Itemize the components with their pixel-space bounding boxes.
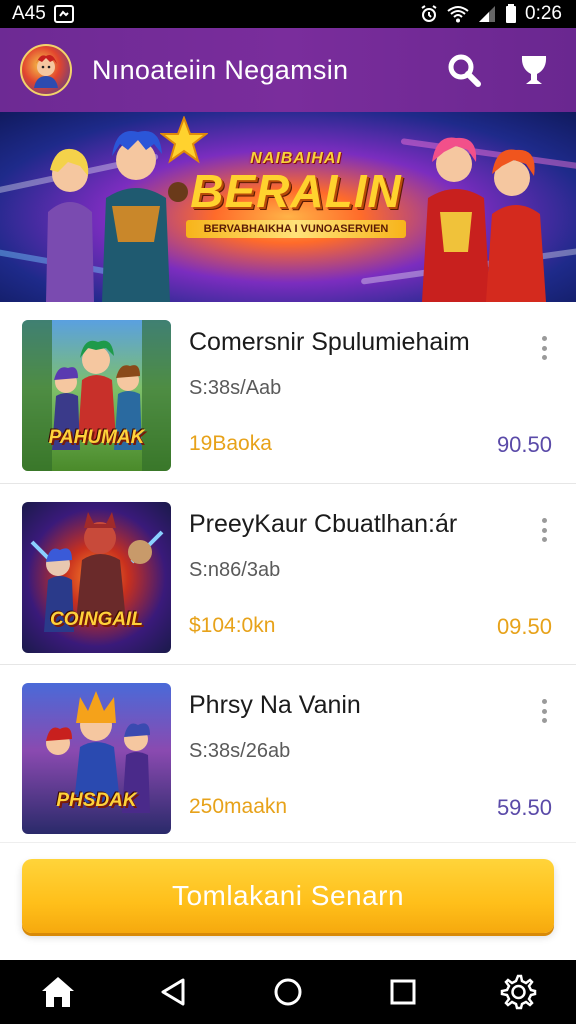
game-thumbnail[interactable]: PHSDAK [22, 683, 171, 834]
game-price: 250maakn [189, 795, 288, 818]
game-subtitle: S:38s/26ab [189, 740, 291, 762]
game-rating: 90.50 [496, 432, 552, 457]
nav-home-circle-button[interactable] [258, 962, 318, 1022]
game-thumbnail[interactable]: COINGAIL [22, 502, 171, 653]
game-rating: 59.50 [496, 795, 552, 820]
settings-icon [501, 974, 537, 1010]
thumbnail-label: COINGAIL [50, 609, 143, 630]
screenshot-icon [53, 5, 74, 23]
nav-settings-button[interactable] [488, 962, 548, 1022]
more-options-button[interactable] [534, 336, 554, 360]
nav-recents-button[interactable] [373, 962, 433, 1022]
banner-logo: NAIBAIHAI BERALIN BERVABHAIKHA I VUNOASE… [186, 150, 406, 238]
game-price: 19Baoka [189, 432, 272, 455]
signal-icon [477, 5, 497, 23]
recents-icon [390, 979, 416, 1005]
list-item[interactable]: PAHUMAK Comersnir Spulumiehaim S:38s/Aab… [0, 302, 576, 483]
trophy-button[interactable] [512, 48, 556, 92]
status-bar: A45 0:26 [0, 0, 576, 28]
status-right: 0:26 [419, 3, 562, 25]
status-left-text: A45 [12, 3, 46, 24]
navigation-bar [0, 960, 576, 1024]
primary-action-button[interactable]: Tomlakani Senarn [22, 859, 554, 933]
game-price: $104:0kn [189, 614, 276, 637]
home-circle-icon [274, 978, 302, 1006]
hero-characters-right [422, 137, 546, 302]
game-title: Phrsy Na Vanin [189, 691, 361, 719]
game-title: PreeyKaur Cbuatlhan:ár [189, 510, 458, 538]
hero-characters-left [46, 130, 188, 302]
list-item[interactable]: COINGAIL PreeyKaur Cbuatlhan:ár S:n86/3a… [0, 483, 576, 664]
game-rating: 09.50 [496, 614, 552, 639]
app-bar: Nınoateiin Negamsin [0, 28, 576, 112]
game-info: Comersnir Spulumiehaim S:38s/Aab 19Baoka… [189, 320, 554, 483]
avatar[interactable] [20, 44, 72, 96]
game-info: PreeyKaur Cbuatlhan:ár S:n86/3ab $104:0k… [189, 502, 554, 664]
search-button[interactable] [442, 48, 486, 92]
game-subtitle: S:38s/Aab [189, 377, 282, 399]
banner-title: BERALIN [190, 165, 402, 217]
promo-banner[interactable]: NAIBAIHAI BERALIN BERVABHAIKHA I VUNOASE… [0, 112, 576, 302]
status-time: 0:26 [525, 3, 562, 24]
battery-icon [505, 4, 517, 24]
game-title: Comersnir Spulumiehaim [189, 328, 470, 356]
thumbnail-label: PHSDAK [56, 790, 137, 811]
back-icon [161, 978, 185, 1006]
app-title: Nınoateiin Negamsin [92, 54, 349, 85]
banner-ribbon: BERVABHAIKHA I VUNOASERVIEN [186, 220, 406, 238]
more-options-button[interactable] [534, 699, 554, 723]
action-area: Tomlakani Senarn [0, 842, 576, 960]
thumbnail-label: PAHUMAK [48, 427, 145, 448]
alarm-icon [419, 4, 439, 24]
nav-back-button[interactable] [143, 962, 203, 1022]
search-icon [448, 54, 481, 87]
more-options-button[interactable] [534, 518, 554, 542]
home-icon [41, 977, 74, 1007]
status-left: A45 [12, 3, 74, 25]
list-item[interactable]: PHSDAK Phrsy Na Vanin S:38s/26ab 250maak… [0, 664, 576, 842]
game-list: PAHUMAK Comersnir Spulumiehaim S:38s/Aab… [0, 302, 576, 842]
nav-home-button[interactable] [28, 962, 88, 1022]
wifi-icon [447, 5, 469, 23]
game-info: Phrsy Na Vanin S:38s/26ab 250maakn 59.50 [189, 683, 554, 842]
game-thumbnail[interactable]: PAHUMAK [22, 320, 171, 471]
trophy-icon [521, 56, 547, 84]
game-subtitle: S:n86/3ab [189, 559, 281, 581]
